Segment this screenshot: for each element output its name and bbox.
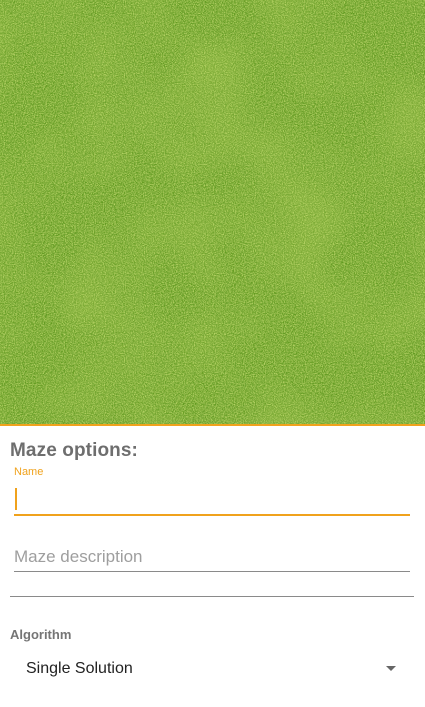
text-cursor (15, 488, 17, 510)
preview-bottom-border (0, 424, 425, 426)
algorithm-selected-value: Single Solution (26, 660, 133, 677)
maze-preview-image (0, 0, 425, 425)
maze-options-title: Maze options: (10, 440, 138, 461)
algorithm-dropdown[interactable]: Single Solution (10, 650, 414, 690)
grass-texture (0, 0, 425, 425)
form-divider (10, 596, 414, 597)
algorithm-label: Algorithm (10, 627, 72, 642)
name-field-label: Name (14, 466, 44, 478)
maze-options-screen: Maze options: Name Algorithm Single Solu… (0, 0, 425, 707)
maze-description-input[interactable] (14, 542, 410, 572)
triangle-down-icon (386, 666, 396, 671)
maze-name-input[interactable] (14, 484, 410, 516)
